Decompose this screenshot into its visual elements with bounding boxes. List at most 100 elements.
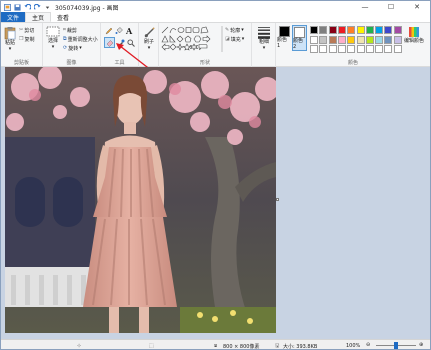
- color1-button[interactable]: 颜色 1: [277, 26, 291, 49]
- paint-app-icon: [4, 3, 11, 11]
- paste-dropdown-icon: ▾: [8, 46, 12, 52]
- maximize-button[interactable]: ☐: [378, 1, 404, 13]
- palette-swatch[interactable]: [328, 45, 337, 53]
- zoom-slider-thumb[interactable]: [394, 342, 398, 349]
- palette-swatch[interactable]: [328, 35, 337, 44]
- fill-bucket-icon[interactable]: [115, 27, 123, 35]
- palette-swatch[interactable]: [384, 26, 393, 34]
- minimize-button[interactable]: —: [352, 1, 378, 13]
- resize-button[interactable]: ⧉ 重新调整大小: [63, 35, 98, 43]
- palette-swatch[interactable]: [319, 26, 328, 34]
- copy-button[interactable]: ❐ 复制: [19, 35, 35, 43]
- palette-swatch[interactable]: [375, 35, 384, 44]
- diamond-shape-icon[interactable]: [176, 35, 184, 43]
- color2-button[interactable]: 颜色 2: [292, 25, 307, 51]
- select-dropdown-icon: ▾: [51, 44, 55, 50]
- zoom-out-button[interactable]: ⊖: [366, 342, 370, 348]
- scissors-icon: ✂: [19, 27, 24, 33]
- palette-swatch[interactable]: [393, 26, 402, 34]
- edit-colors-button[interactable]: 编辑颜色: [404, 26, 424, 44]
- right-arrow-shape-icon[interactable]: [202, 35, 211, 43]
- canvas-area[interactable]: [1, 67, 430, 339]
- resize-icon: ⧉: [63, 36, 67, 42]
- rotate-icon: ⟳: [63, 45, 68, 51]
- shape-fill-icon: ◪: [225, 36, 230, 42]
- palette-swatch[interactable]: [384, 35, 393, 44]
- palette-swatch[interactable]: [328, 26, 337, 34]
- palette-swatch[interactable]: [375, 45, 384, 53]
- palette-swatch[interactable]: [337, 35, 346, 44]
- palette-swatch[interactable]: [384, 45, 393, 53]
- triangle-shape-icon[interactable]: [161, 35, 169, 43]
- fill-label: 填充: [230, 36, 241, 43]
- undo-icon[interactable]: [24, 3, 31, 11]
- rectangle-shape-icon[interactable]: [185, 27, 192, 33]
- palette-swatch[interactable]: [356, 26, 365, 34]
- crop-button[interactable]: ⌗ 裁剪: [63, 26, 77, 34]
- rotate-label: 旋转: [68, 45, 79, 52]
- palette-swatch[interactable]: [347, 45, 356, 53]
- photo-canvas[interactable]: [5, 67, 276, 333]
- palette-swatch[interactable]: [347, 26, 356, 34]
- five-point-star-shape-icon[interactable]: [182, 43, 192, 51]
- oval-shape-icon[interactable]: [177, 27, 185, 33]
- pentagon-shape-icon[interactable]: [184, 35, 192, 43]
- left-arrow-shape-icon[interactable]: [161, 43, 170, 51]
- zoom-in-button[interactable]: ⊕: [419, 342, 423, 348]
- palette-swatch[interactable]: [375, 26, 384, 34]
- paint-window: 305074039.jpg - 画图 — ☐ ✕ 文件 主页 查看 粘贴 ▾ ✂…: [0, 0, 431, 350]
- save-icon[interactable]: [14, 3, 21, 11]
- paste-button[interactable]: 粘贴 ▾: [3, 26, 17, 52]
- canvas-resize-handle[interactable]: [276, 198, 279, 201]
- palette-swatch[interactable]: [365, 45, 374, 53]
- tab-home[interactable]: 主页: [25, 12, 52, 22]
- fill-dropdown-icon: ▾: [241, 36, 245, 42]
- four-point-arrow-shape-icon[interactable]: [169, 43, 177, 51]
- customize-toolbar-icon[interactable]: [44, 4, 51, 11]
- palette-swatch[interactable]: [365, 35, 374, 44]
- outline-button[interactable]: ✎ 轮廓 ▾: [225, 26, 244, 34]
- line-shape-icon[interactable]: [161, 26, 169, 34]
- close-button[interactable]: ✕: [404, 1, 430, 13]
- tab-view[interactable]: 查看: [51, 12, 75, 22]
- tab-file[interactable]: 文件: [1, 12, 26, 22]
- shape-gallery-scrollbar[interactable]: [221, 26, 223, 52]
- color2-label: 颜色 2: [293, 38, 304, 50]
- rotate-button[interactable]: ⟳ 旋转 ▾: [63, 44, 82, 52]
- polygon-shape-icon[interactable]: [200, 26, 209, 34]
- palette-swatch[interactable]: [356, 35, 365, 44]
- palette-swatch[interactable]: [337, 45, 346, 53]
- shapes-group-label: 形状: [199, 60, 210, 66]
- right-triangle-shape-icon[interactable]: [169, 35, 176, 43]
- palette-swatch[interactable]: [337, 26, 346, 34]
- palette-swatch[interactable]: [310, 35, 318, 44]
- palette-swatch[interactable]: [310, 45, 318, 53]
- palette-swatch[interactable]: [319, 35, 328, 44]
- palette-swatch[interactable]: [393, 35, 402, 44]
- palette-swatch[interactable]: [347, 35, 356, 44]
- select-button[interactable]: 选择 ▾: [45, 26, 61, 50]
- four-point-star-shape-icon[interactable]: [176, 43, 184, 51]
- palette-swatch[interactable]: [319, 45, 328, 53]
- ribbon-tabs: 文件 主页 查看: [1, 12, 430, 23]
- redo-icon[interactable]: [34, 3, 41, 11]
- shape-gallery[interactable]: [161, 26, 221, 54]
- copy-label: 复制: [24, 36, 35, 43]
- six-point-star-shape-icon[interactable]: [189, 43, 199, 51]
- window-title: 305074039.jpg - 画图: [55, 4, 119, 12]
- clipboard-group: 粘贴 ▾ ✂ 剪切 ❐ 复制 剪贴板: [1, 23, 43, 67]
- rounded-rectangle-shape-icon[interactable]: [192, 27, 200, 33]
- palette-swatch[interactable]: [393, 45, 402, 53]
- curve-shape-icon[interactable]: [169, 28, 177, 34]
- fill-button[interactable]: ◪ 填充 ▾: [225, 35, 244, 43]
- palette-swatch[interactable]: [310, 26, 318, 34]
- size-button[interactable]: 粗细 ▾: [256, 26, 272, 51]
- outline-icon: ✎: [225, 27, 230, 33]
- palette-swatch[interactable]: [365, 26, 374, 34]
- callout-shape-icon[interactable]: [198, 44, 208, 51]
- text-tool[interactable]: A: [126, 26, 132, 36]
- hexagon-shape-icon[interactable]: [193, 35, 202, 43]
- cut-button[interactable]: ✂ 剪切: [19, 26, 34, 34]
- pencil-icon[interactable]: [105, 27, 113, 35]
- palette-swatch[interactable]: [356, 45, 365, 53]
